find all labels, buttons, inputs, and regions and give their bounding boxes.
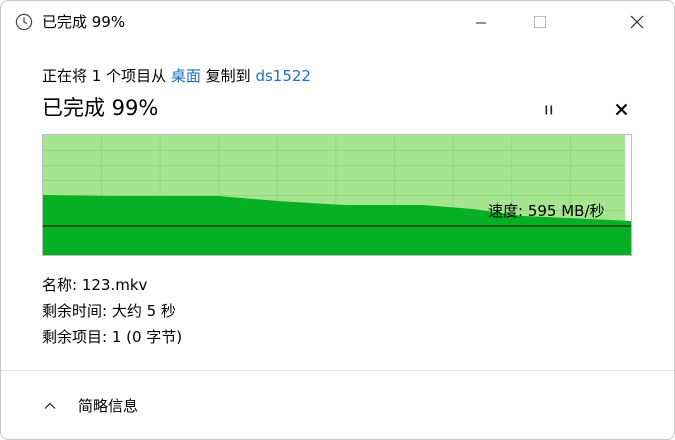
cancel-button[interactable]	[607, 97, 635, 123]
maximize-button[interactable]	[512, 1, 568, 45]
fewer-details-label: 简略信息	[78, 397, 139, 415]
minimize-icon	[475, 14, 487, 33]
items-remaining: 剩余项目: 1 (0 字节)	[42, 328, 183, 346]
window-title: 已完成 99%	[42, 13, 126, 31]
title-bar[interactable]: 已完成 99%	[1, 1, 674, 45]
clock-icon	[15, 13, 33, 31]
copy-progress-window: 已完成 99% 正在将 1 个项目从 桌面 复制到 ds1522 已完成 99%	[0, 0, 675, 440]
time-remaining: 剩余时间: 大约 5 秒	[42, 302, 176, 320]
file-name: 名称: 123.mkv	[42, 276, 148, 294]
transfer-speed-graph	[42, 134, 632, 256]
copy-prefix: 正在将 1 个项目从	[42, 67, 167, 85]
maximize-icon	[533, 14, 547, 33]
pause-button[interactable]	[536, 97, 562, 123]
source-link[interactable]: 桌面	[171, 67, 201, 85]
minimize-button[interactable]	[453, 1, 509, 45]
speed-graph-canvas	[43, 135, 631, 255]
progress-headline: 已完成 99%	[42, 96, 159, 120]
chevron-up-icon	[42, 398, 58, 414]
close-button[interactable]	[609, 1, 665, 45]
pause-icon	[543, 101, 555, 120]
destination-link[interactable]: ds1522	[255, 67, 311, 85]
close-icon	[630, 14, 644, 33]
fewer-details-toggle[interactable]: 简略信息	[42, 393, 138, 419]
copy-description: 正在将 1 个项目从 桌面 复制到 ds1522	[42, 66, 311, 86]
speed-label: 速度: 595 MB/秒	[488, 202, 605, 220]
copy-middle: 复制到	[205, 67, 251, 85]
transfer-details: 名称: 123.mkv 剩余时间: 大约 5 秒 剩余项目: 1 (0 字节)	[42, 272, 182, 350]
footer-divider	[1, 370, 674, 371]
cancel-icon	[615, 101, 628, 120]
